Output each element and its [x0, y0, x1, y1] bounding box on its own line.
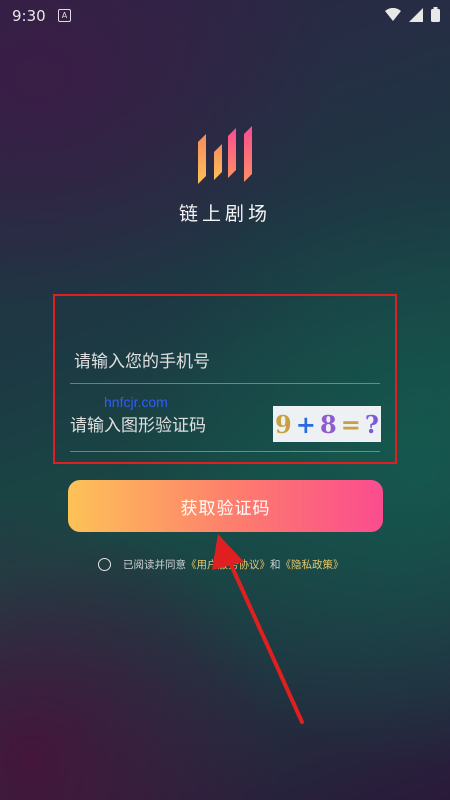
get-code-button[interactable]: 获取验证码 [68, 480, 383, 532]
captcha-input[interactable] [70, 404, 270, 448]
captcha-char: + [295, 409, 316, 439]
agree-radio[interactable] [98, 557, 111, 571]
wifi-icon [385, 7, 401, 21]
agreement-prefix: 已阅读并同意 [123, 558, 186, 571]
terms-link[interactable]: 《用户服务协议》 [186, 557, 270, 572]
battery-icon [431, 7, 440, 22]
captcha-underline [70, 451, 380, 452]
phone-input[interactable] [70, 340, 380, 384]
privacy-link[interactable]: 《隐私政策》 [281, 557, 344, 572]
captcha-char: 9 [275, 409, 292, 439]
agreement-row: 已阅读并同意 《用户服务协议》 和 《隐私政策》 [98, 556, 344, 572]
captcha-char: ? [364, 409, 379, 439]
signal-icon [409, 7, 423, 22]
captcha-char: 8 [319, 409, 337, 439]
captcha-image[interactable]: 9 + 8 = ? [273, 406, 381, 442]
status-bar: 9:30 A [0, 0, 450, 32]
status-time: 9:30 [12, 7, 46, 25]
agreement-and: 和 [270, 558, 281, 571]
app-logo-icon [198, 126, 252, 184]
status-icons [385, 7, 440, 22]
notification-icon: A [58, 9, 71, 22]
app-name: 链上剧场 [178, 203, 271, 225]
captcha-char: = [340, 409, 361, 439]
